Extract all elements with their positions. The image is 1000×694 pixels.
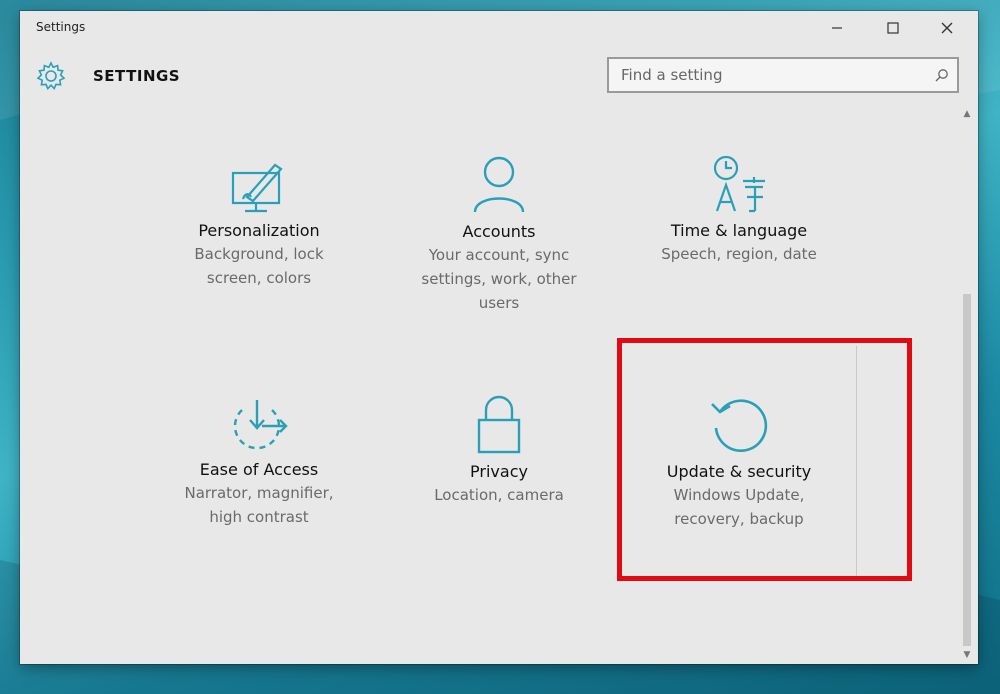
maximize-button[interactable] xyxy=(870,11,916,45)
tile-description-line: users xyxy=(478,294,520,312)
tile-description-line: Location, camera xyxy=(434,486,564,504)
tile-description-line: Speech, region, date xyxy=(661,245,817,263)
vertical-scrollbar[interactable]: ▲ ▼ xyxy=(960,107,974,664)
ease-of-access-icon xyxy=(233,400,288,450)
tile-title: Ease of Access xyxy=(199,460,319,479)
scroll-thumb[interactable] xyxy=(963,294,971,646)
title-bar[interactable]: Settings xyxy=(20,11,978,45)
maximize-icon xyxy=(887,22,899,34)
lock-icon xyxy=(477,395,521,454)
window-title: Settings xyxy=(36,20,86,34)
tile-time-language[interactable]: Time & language Speech, region, date xyxy=(639,153,839,266)
tile-description-line: settings, work, other xyxy=(421,270,577,288)
close-icon xyxy=(941,22,953,34)
tile-title: Time & language xyxy=(670,221,808,240)
tile-title: Personalization xyxy=(198,221,320,240)
tile-description-line: Your account, sync xyxy=(428,246,570,264)
page-title: SETTINGS xyxy=(93,67,181,85)
tile-description-line: Background, lock xyxy=(194,245,324,263)
tile-ease-of-access[interactable]: Ease of Access Narrator, magnifier, high… xyxy=(159,396,359,529)
person-icon xyxy=(473,156,525,213)
time-language-icon xyxy=(713,155,765,213)
tile-title: Accounts xyxy=(462,222,536,241)
tile-description-line: screen, colors xyxy=(206,269,312,287)
tile-accounts[interactable]: Accounts Your account, sync settings, wo… xyxy=(399,154,599,315)
tile-title: Privacy xyxy=(470,462,528,481)
personalization-icon xyxy=(231,163,283,213)
tile-personalization[interactable]: Personalization Background, lock screen,… xyxy=(159,159,359,290)
tile-privacy[interactable]: Privacy Location, camera xyxy=(399,394,599,507)
minimize-icon xyxy=(832,27,842,29)
gear-icon xyxy=(36,61,66,91)
scroll-up-arrow-icon[interactable]: ▲ xyxy=(960,107,974,121)
search-icon[interactable] xyxy=(927,60,957,90)
close-button[interactable] xyxy=(924,11,970,45)
tile-description-line: Narrator, magnifier, xyxy=(184,484,334,502)
search-input[interactable] xyxy=(609,60,927,90)
settings-window: Settings SETTINGS Find a setting Persona… xyxy=(20,11,978,664)
search-box[interactable] xyxy=(607,57,959,93)
highlight-box xyxy=(617,338,912,581)
minimize-button[interactable] xyxy=(814,11,860,45)
scroll-down-arrow-icon[interactable]: ▼ xyxy=(960,648,974,662)
tile-description-line: high contrast xyxy=(209,508,309,526)
